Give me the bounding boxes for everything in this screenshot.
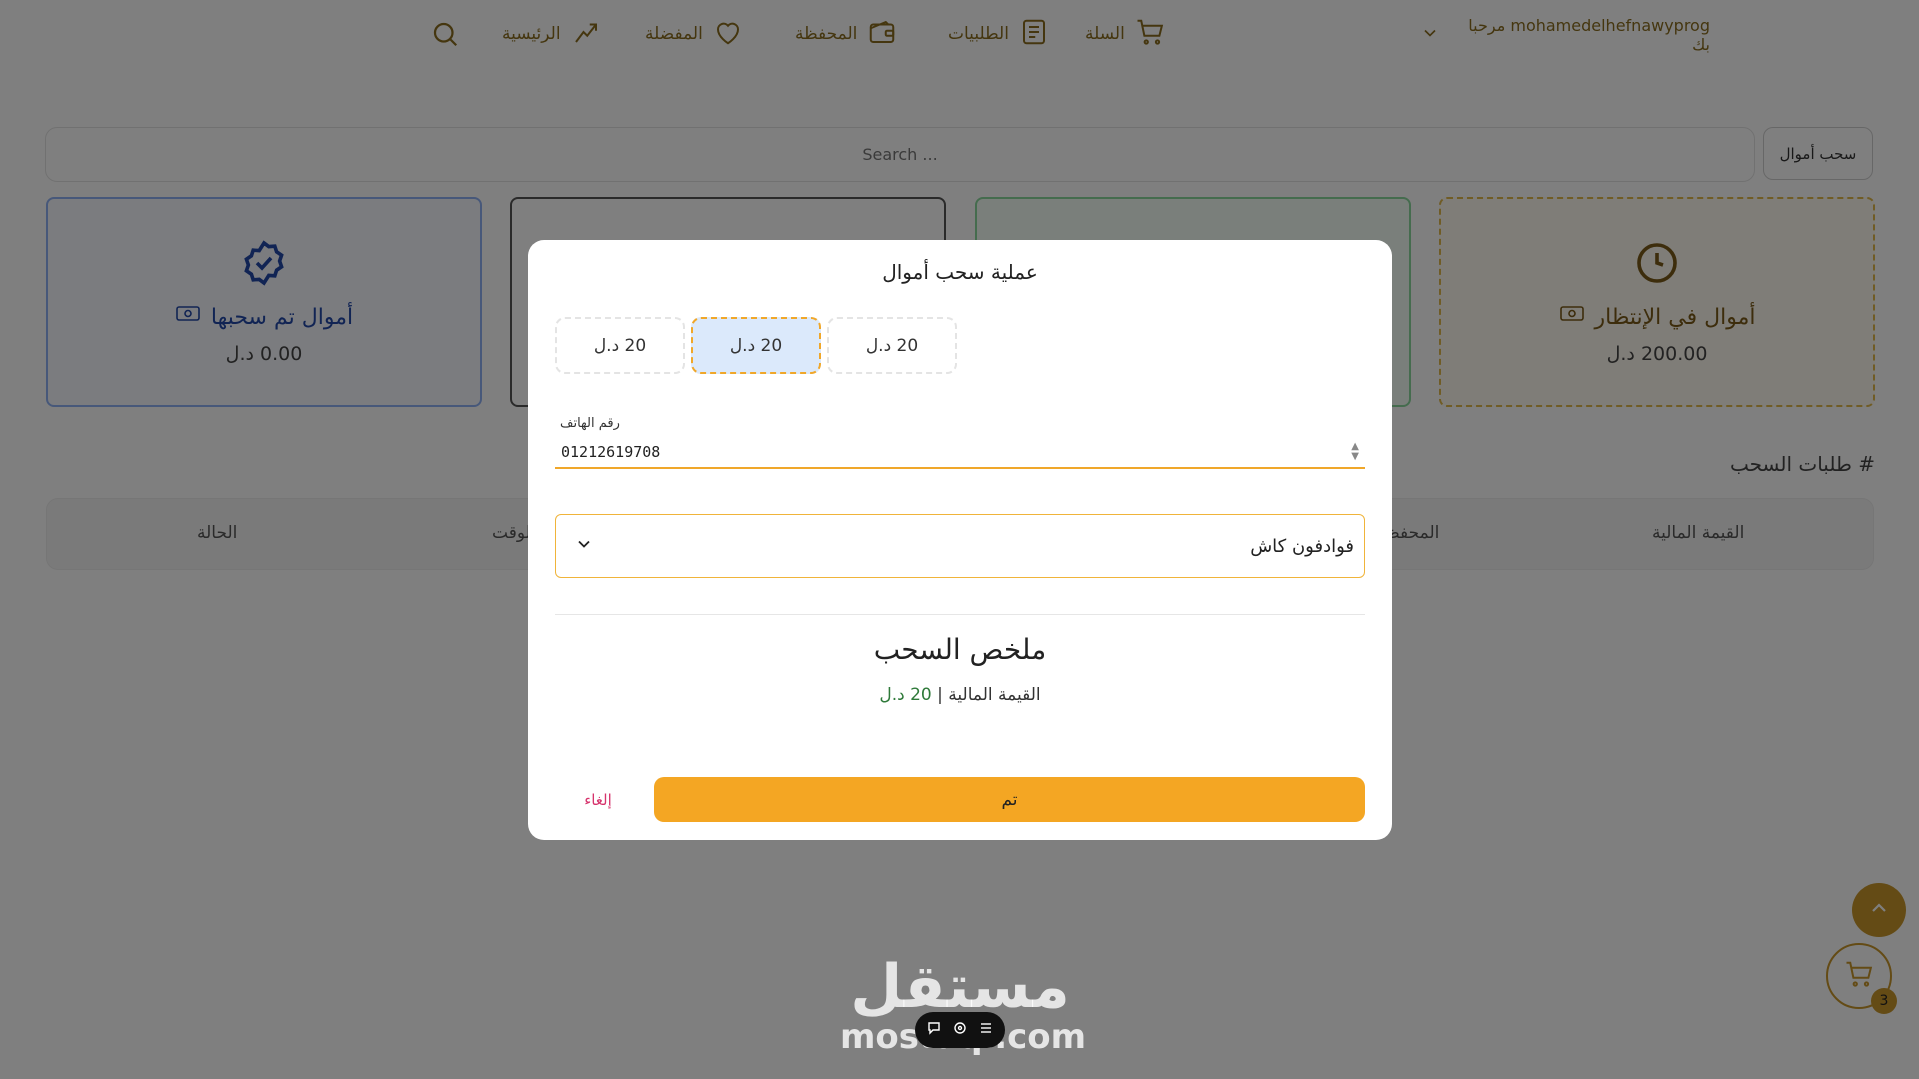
amount-option[interactable]: 20 د.ل: [827, 317, 957, 374]
phone-number-value: 01212619708: [561, 442, 661, 461]
withdraw-modal: عملية سحب أموال 20 د.ل 20 د.ل 20 د.ل رقم…: [528, 240, 1392, 840]
cancel-button[interactable]: إلغاء: [568, 785, 628, 815]
payment-method-value: فوادفون كاش: [1250, 535, 1354, 557]
floating-toolbar[interactable]: [915, 1012, 1005, 1048]
comment-icon[interactable]: [926, 1020, 942, 1040]
summary-label: القيمة المالية |: [937, 685, 1041, 705]
amount-option-selected[interactable]: 20 د.ل: [691, 317, 821, 374]
divider: [555, 614, 1365, 615]
summary-line: القيمة المالية | 20 د.ل: [528, 685, 1392, 705]
chevron-down-icon: [574, 534, 594, 558]
amount-option[interactable]: 20 د.ل: [555, 317, 685, 374]
summary-value: 20 د.ل: [879, 685, 932, 705]
view-icon[interactable]: [952, 1020, 968, 1040]
number-stepper-icon[interactable]: ▲ ▼: [1351, 441, 1359, 462]
confirm-button[interactable]: تم: [654, 777, 1365, 822]
phone-label: رقم الهاتف: [560, 416, 620, 431]
phone-number-field[interactable]: 01212619708 ▲ ▼: [555, 436, 1365, 469]
list-icon[interactable]: [978, 1020, 994, 1040]
payment-method-select[interactable]: فوادفون كاش: [555, 514, 1365, 578]
modal-title: عملية سحب أموال: [882, 260, 1038, 284]
summary-title: ملخص السحب: [873, 633, 1047, 666]
